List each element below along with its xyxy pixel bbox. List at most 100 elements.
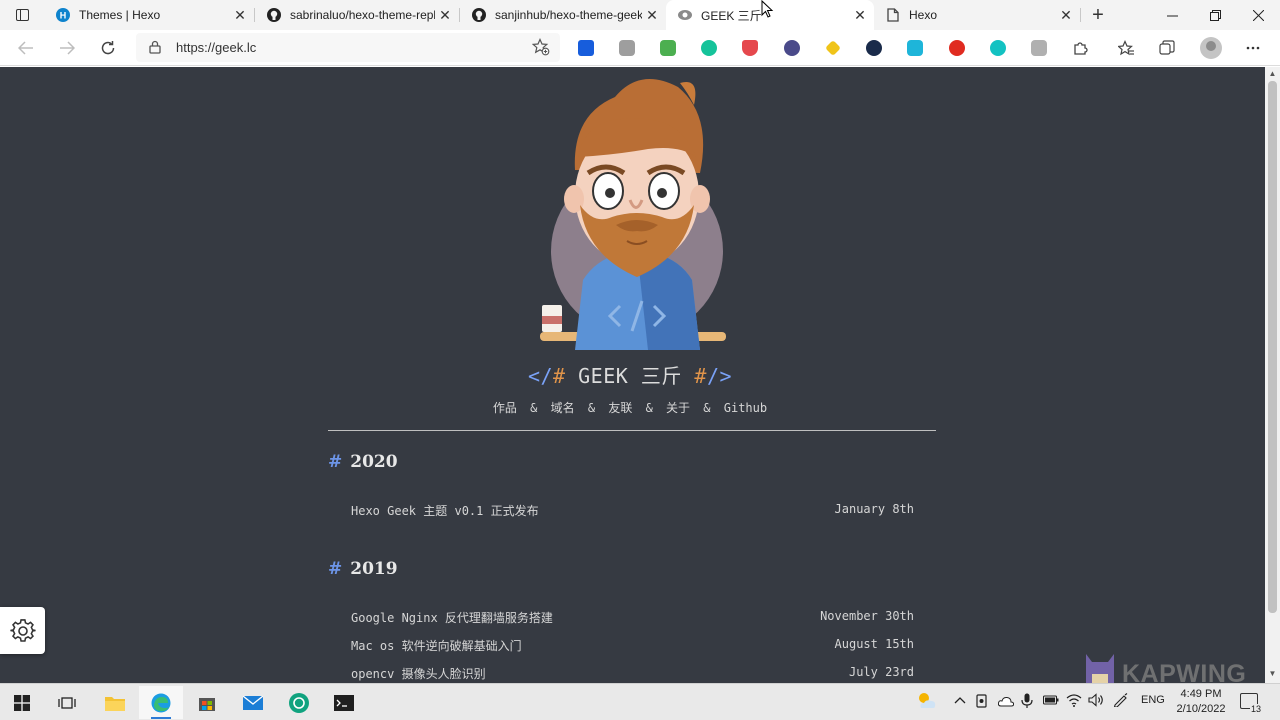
show-hidden-icons-chevron-icon[interactable] xyxy=(954,690,966,713)
folder-icon xyxy=(105,696,125,711)
scroll-down-arrow-icon[interactable]: ▼ xyxy=(1268,669,1277,678)
battery-icon[interactable] xyxy=(1042,694,1059,709)
microphone-icon[interactable] xyxy=(1021,693,1033,712)
new-tab-button[interactable]: + xyxy=(1086,4,1110,26)
copy-extension-icon[interactable] xyxy=(619,40,635,56)
post-date: January 8th xyxy=(834,502,914,516)
post-title[interactable]: Mac os 软件逆向破解基础入门 xyxy=(351,639,522,653)
tab-hexo-theme-geek[interactable]: sanjinhub/hexo-theme-geek ✕ xyxy=(460,0,666,30)
store-button[interactable] xyxy=(185,686,229,719)
forward-button[interactable] xyxy=(53,34,81,62)
nav-link-about[interactable]: 关于 xyxy=(666,401,690,415)
github-favicon-icon xyxy=(267,8,281,22)
mouse-cursor-icon xyxy=(761,0,774,18)
notification-center-icon[interactable]: 13 xyxy=(1240,693,1262,714)
tab-hexo-theme-replica[interactable]: sabrinaluo/hexo-theme-replica ✕ xyxy=(255,0,459,30)
post-item[interactable]: Mac os 软件逆向破解基础入门 August 15th xyxy=(351,637,914,654)
zoho-extension-icon[interactable] xyxy=(907,40,923,56)
hexo-favicon-icon: H xyxy=(56,8,70,22)
gear-icon xyxy=(9,618,36,642)
close-tab-icon[interactable]: ✕ xyxy=(435,5,455,25)
mail-icon xyxy=(243,695,263,710)
site-title[interactable]: </# GEEK 三斤 #/> xyxy=(480,360,780,389)
page-scrollbar[interactable]: ▲ ▼ xyxy=(1265,67,1280,683)
post-item[interactable]: opencv 摄像头人脸识别 July 23rd xyxy=(351,665,914,682)
site-nav: 作品 & 域名 & 友联 & 关于 & Github xyxy=(420,399,840,416)
mail-button[interactable] xyxy=(231,686,275,719)
edge-taskbar-button[interactable] xyxy=(139,686,183,719)
post-item[interactable]: Hexo Geek 主题 v0.1 正式发布 January 8th xyxy=(351,502,914,519)
scroll-up-arrow-icon[interactable]: ▲ xyxy=(1268,69,1277,78)
url-text[interactable]: https://geek.lc xyxy=(176,40,256,55)
task-view-icon xyxy=(58,696,76,709)
refresh-button[interactable] xyxy=(94,34,122,62)
post-title[interactable]: Google Nginx 反代理翻墙服务搭建 xyxy=(351,611,553,625)
browser-toolbar: https://geek.lc xyxy=(0,30,1280,66)
grammarly-extension-icon[interactable] xyxy=(701,40,717,56)
nav-link-github[interactable]: Github xyxy=(724,401,767,415)
lock-icon[interactable] xyxy=(148,40,162,54)
favorites-icon[interactable] xyxy=(1117,40,1134,56)
terminal-icon xyxy=(334,694,354,711)
scrollbar-thumb[interactable] xyxy=(1268,81,1277,613)
start-button[interactable] xyxy=(0,686,44,719)
terminal-button[interactable] xyxy=(322,686,366,719)
shield-extension-icon[interactable] xyxy=(742,40,758,56)
tab-hexo[interactable]: Hexo ✕ xyxy=(874,0,1080,30)
tab-title: Hexo xyxy=(909,8,938,22)
nav-separator: & xyxy=(530,401,538,415)
nav-separator: & xyxy=(645,401,653,415)
favorite-star-icon[interactable] xyxy=(531,38,550,60)
close-tab-icon[interactable]: ✕ xyxy=(230,5,250,25)
pen-workspace-icon[interactable] xyxy=(1113,693,1129,710)
edge-browser-icon xyxy=(151,693,171,712)
restore-button[interactable] xyxy=(1193,0,1237,30)
sheet-extension-icon[interactable] xyxy=(660,40,676,56)
eye-extension-icon[interactable] xyxy=(784,40,800,56)
m-extension-icon[interactable] xyxy=(990,40,1006,56)
extensions-puzzle-icon[interactable] xyxy=(1072,40,1088,56)
weather-icon[interactable] xyxy=(916,690,938,715)
minimize-button[interactable] xyxy=(1150,0,1194,30)
nav-separator: & xyxy=(587,401,596,415)
screenshot-extension-icon[interactable] xyxy=(1031,40,1047,56)
file-explorer-button[interactable] xyxy=(93,686,137,719)
tab-actions-menu-icon[interactable] xyxy=(8,3,36,27)
nav-link-domains[interactable]: 域名 xyxy=(551,401,575,415)
meet-now-icon[interactable] xyxy=(976,694,990,711)
nav-link-friends[interactable]: 友联 xyxy=(608,401,632,415)
close-tab-icon[interactable]: ✕ xyxy=(1056,5,1076,25)
onedrive-cloud-icon[interactable] xyxy=(997,695,1015,710)
close-tab-icon[interactable]: ✕ xyxy=(850,5,870,25)
task-view-button[interactable] xyxy=(45,686,89,719)
nav-link-works[interactable]: 作品 xyxy=(493,401,517,415)
web-page: </# GEEK 三斤 #/> 作品 & 域名 & 友联 & 关于 & Gith… xyxy=(0,67,1265,683)
archive-year-heading: #2020 xyxy=(328,452,398,472)
record-extension-icon[interactable] xyxy=(949,40,965,56)
clock-extension-icon[interactable] xyxy=(866,40,882,56)
highlighter-extension-icon[interactable] xyxy=(825,40,841,56)
input-language-indicator[interactable]: ENG xyxy=(1141,694,1165,706)
page-icon xyxy=(886,8,900,22)
chatgpt-app-button[interactable] xyxy=(277,686,321,719)
back-button[interactable] xyxy=(12,34,40,62)
more-options-icon[interactable] xyxy=(1245,40,1261,56)
close-window-button[interactable] xyxy=(1236,0,1280,30)
post-title[interactable]: opencv 摄像头人脸识别 xyxy=(351,667,486,681)
taskbar-clock[interactable]: 4:49 PM 2/10/2022 xyxy=(1168,687,1234,717)
bitwarden-extension-icon[interactable] xyxy=(578,40,594,56)
collections-icon[interactable] xyxy=(1159,40,1175,56)
tab-themes-hexo[interactable]: H Themes | Hexo ✕ xyxy=(44,0,254,30)
close-tab-icon[interactable]: ✕ xyxy=(642,5,662,25)
settings-gear-button[interactable] xyxy=(0,607,45,654)
post-item[interactable]: Google Nginx 反代理翻墙服务搭建 November 30th xyxy=(351,609,914,626)
geek-favicon-icon xyxy=(678,8,692,22)
address-bar[interactable]: https://geek.lc xyxy=(136,33,560,62)
volume-icon[interactable] xyxy=(1088,693,1104,710)
post-title[interactable]: Hexo Geek 主题 v0.1 正式发布 xyxy=(351,504,539,518)
tab-title: GEEK 三斤 xyxy=(701,8,762,23)
tab-title: Themes | Hexo xyxy=(79,8,161,22)
profile-avatar[interactable] xyxy=(1200,37,1222,59)
wifi-icon[interactable] xyxy=(1066,693,1082,710)
post-date: July 23rd xyxy=(848,665,914,679)
